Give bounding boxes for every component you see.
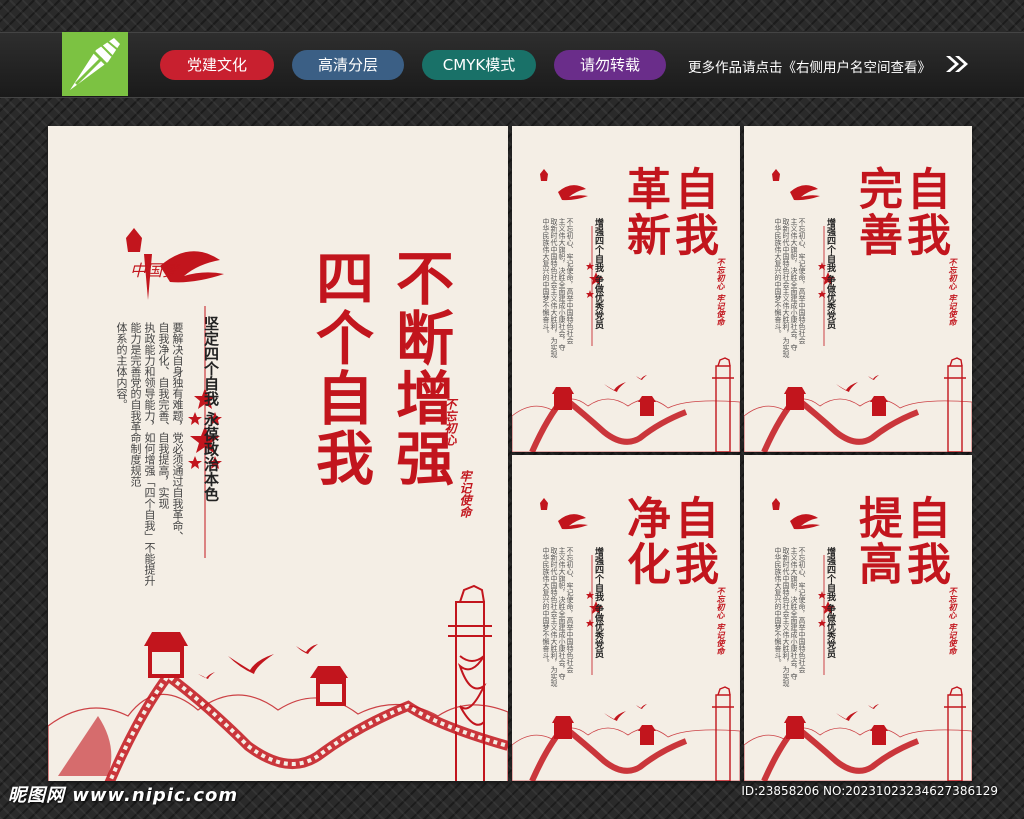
huabiao-pillar-icon: [712, 686, 734, 781]
promo-link[interactable]: 更多作品请点击《右侧用户名空间查看》: [688, 56, 931, 76]
slogan-remember-mission: 牢记使命: [458, 470, 472, 518]
china-dream-emblem-icon: [772, 169, 820, 201]
tag-cmyk[interactable]: CMYK模式: [422, 50, 536, 80]
poster-heading: 坚定四个自我 永葆政治本色: [202, 316, 220, 502]
poster-heading: 增强四个自我 争做优秀党员: [593, 547, 603, 659]
slogan-remember-mission: 牢记使命: [948, 294, 958, 326]
great-wall-landscape-icon: [744, 387, 972, 452]
birds-icon: [836, 704, 879, 721]
slogan-stay-true: 不忘初心: [716, 587, 726, 619]
tag-no-repost[interactable]: 请勿转载: [554, 50, 666, 80]
huabiao-pillar-icon: [712, 357, 734, 452]
poster-heading: 增强四个自我 争做优秀党员: [825, 547, 835, 659]
tag-party-culture[interactable]: 党建文化: [160, 50, 274, 80]
slogan-stay-true: 不忘初心: [948, 587, 958, 619]
china-dream-emblem-icon: [772, 498, 820, 530]
huabiao-pillar-icon: [944, 357, 966, 452]
poster-title: 自我 革新: [619, 166, 718, 258]
birds-icon: [198, 644, 318, 679]
china-dream-emblem-icon: [540, 498, 588, 530]
huabiao-pillar-icon: [448, 584, 492, 781]
poster-title: 自我 提高: [851, 495, 950, 587]
emblem-label: 中国梦: [130, 261, 181, 280]
poster-self-enhancement: 自我 提高 增强四个自我 争做优秀党员 不忘初心、牢记使命，高举中国特色社会 主…: [744, 455, 972, 781]
great-wall-landscape-icon: [512, 716, 740, 781]
birds-icon: [836, 375, 879, 392]
poster-body-text: 不忘初心、牢记使命，高举中国特色社会 主义伟大旗帜，决胜全面建成小康社会，夺 取…: [774, 547, 806, 687]
poster-heading: 增强四个自我 争做优秀党员: [825, 218, 835, 330]
double-chevron-right-icon[interactable]: [944, 54, 970, 78]
poster-body-text: 不忘初心、牢记使命，高举中国特色社会 主义伟大旗帜，决胜全面建成小康社会，夺 取…: [542, 547, 574, 687]
main-poster: 中国梦 不断增强 四个自我 坚定四个自我 永葆政治本色 要解决自身独有难题，党必…: [48, 126, 508, 781]
poster-self-renewal: 自我 革新 增强四个自我 争做优秀党员 不忘初心、牢记使命，高举中国特色社会 主…: [512, 126, 740, 452]
poster-self-improvement: 自我 完善 增强四个自我 争做优秀党员 不忘初心、牢记使命，高举中国特色社会 主…: [744, 126, 972, 452]
poster-body-text: 不忘初心、牢记使命，高举中国特色社会 主义伟大旗帜，决胜全面建成小康社会，夺 取…: [542, 218, 574, 358]
china-dream-emblem-icon: [540, 169, 588, 201]
poster-title: 不断增强 四个自我: [306, 248, 454, 488]
poster-self-purification: 自我 净化 增强四个自我 争做优秀党员 不忘初心、牢记使命，高举中国特色社会 主…: [512, 455, 740, 781]
poster-title: 自我 净化: [619, 495, 718, 587]
slogan-stay-true: 不忘初心: [443, 398, 457, 446]
great-wall-landscape-icon: [512, 387, 740, 452]
slogan-stay-true: 不忘初心: [948, 258, 958, 290]
site-watermark: 昵图网 www.nipic.com: [8, 785, 239, 806]
birds-icon: [604, 704, 647, 721]
great-wall-landscape-icon: [48, 632, 508, 781]
birds-icon: [604, 375, 647, 392]
slogan-stay-true: 不忘初心: [716, 258, 726, 290]
poster-body-text: 不忘初心、牢记使命，高举中国特色社会 主义伟大旗帜，决胜全面建成小康社会，夺 取…: [774, 218, 806, 358]
poster-heading: 增强四个自我 争做优秀党员: [593, 218, 603, 330]
poster-title: 自我 完善: [851, 166, 950, 258]
slogan-remember-mission: 牢记使命: [716, 623, 726, 655]
pen-nib-logo-icon[interactable]: [62, 32, 128, 96]
great-wall-landscape-icon: [744, 716, 972, 781]
slogan-remember-mission: 牢记使命: [716, 294, 726, 326]
huabiao-pillar-icon: [944, 686, 966, 781]
slogan-remember-mission: 牢记使命: [948, 623, 958, 655]
poster-body-text: 要解决自身独有难题，党必须通过自我革命、 自我净化、自我完善、自我提高，实现 执…: [115, 322, 184, 586]
tag-hd-layers[interactable]: 高清分层: [292, 50, 404, 80]
image-id-watermark: ID:23858206 NO:20231023234627386129: [741, 784, 998, 798]
